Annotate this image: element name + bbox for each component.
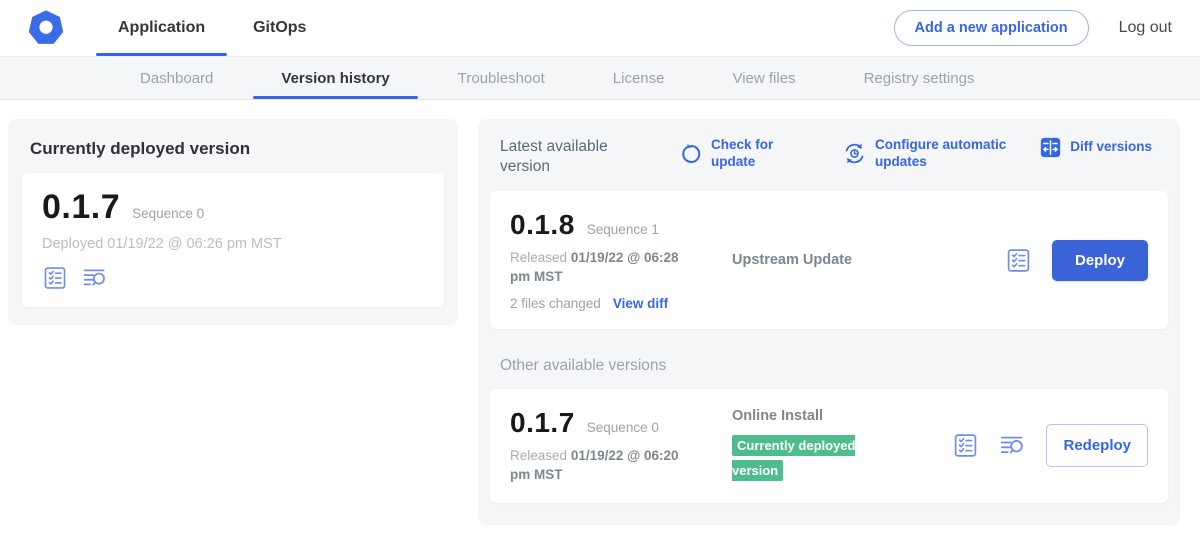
available-versions-panel: Latest available version Check for updat…: [478, 119, 1180, 525]
files-changed-label: 2 files changed: [510, 296, 601, 311]
tab-gitops-label: GitOps: [253, 19, 306, 37]
tab-application-label: Application: [118, 19, 205, 37]
latest-version-source: Upstream Update: [732, 252, 993, 268]
deployed-version-number: 0.1.7: [42, 188, 120, 227]
diff-versions-link[interactable]: Diff versions: [1040, 137, 1152, 158]
tab-application[interactable]: Application: [94, 0, 229, 56]
latest-version-number: 0.1.8: [510, 209, 575, 241]
main-content: Currently deployed version 0.1.7 Sequenc…: [0, 100, 1200, 525]
currently-deployed-panel: Currently deployed version 0.1.7 Sequenc…: [8, 119, 458, 325]
released-prefix: Released: [510, 250, 567, 265]
tab-gitops[interactable]: GitOps: [229, 0, 330, 56]
released-prefix: Released: [510, 448, 567, 463]
checklist-icon[interactable]: [1005, 247, 1032, 274]
add-application-button[interactable]: Add a new application: [894, 10, 1089, 46]
refresh-icon: [680, 143, 702, 165]
deployed-sequence-label: Sequence 0: [132, 206, 204, 221]
configure-automatic-updates-link[interactable]: Configure automatic updates: [843, 137, 1027, 171]
check-for-update-link[interactable]: Check for update: [680, 137, 781, 171]
subnav-troubleshoot[interactable]: Troubleshoot: [424, 57, 579, 99]
currently-deployed-title: Currently deployed version: [30, 139, 444, 159]
kots-logo-icon: [28, 10, 64, 46]
diff-versions-label: Diff versions: [1070, 139, 1152, 156]
header-right: Add a new application Log out: [894, 0, 1172, 56]
app-subnav: Dashboard Version history Troubleshoot L…: [0, 57, 1200, 100]
header-tabs: Application GitOps: [94, 0, 330, 56]
checklist-icon[interactable]: [952, 432, 979, 459]
subnav-version-history[interactable]: Version history: [247, 57, 423, 99]
redeploy-button[interactable]: Redeploy: [1046, 424, 1148, 467]
other-version-source: Online Install: [732, 408, 940, 424]
view-logs-icon[interactable]: [999, 432, 1026, 459]
latest-available-title: Latest available version: [500, 137, 632, 177]
view-logs-icon[interactable]: [82, 265, 108, 291]
subnav-registry-settings[interactable]: Registry settings: [830, 57, 1009, 99]
currently-deployed-badge: Currently deployed version: [732, 435, 855, 482]
app-header: Application GitOps Add a new application…: [0, 0, 1200, 57]
deploy-button[interactable]: Deploy: [1052, 240, 1148, 281]
subnav-license[interactable]: License: [579, 57, 699, 99]
latest-sequence-label: Sequence 1: [587, 222, 659, 237]
available-header: Latest available version Check for updat…: [490, 135, 1168, 177]
other-sequence-label: Sequence 0: [587, 420, 659, 435]
other-version-card: 0.1.7 Sequence 0 Released 01/19/22 @ 06:…: [490, 389, 1168, 503]
check-for-update-label: Check for update: [711, 137, 781, 171]
kots-logo: [28, 0, 64, 56]
latest-released-timestamp: Released 01/19/22 @ 06:28 pm MST: [510, 249, 702, 287]
deployed-timestamp: Deployed 01/19/22 @ 06:26 pm MST: [42, 236, 424, 252]
other-released-timestamp: Released 01/19/22 @ 06:20 pm MST: [510, 447, 702, 485]
view-diff-link[interactable]: View diff: [613, 296, 668, 311]
latest-version-card: 0.1.8 Sequence 1 Released 01/19/22 @ 06:…: [490, 191, 1168, 329]
other-version-number: 0.1.7: [510, 407, 575, 439]
subnav-dashboard[interactable]: Dashboard: [106, 57, 247, 99]
deployed-version-card: 0.1.7 Sequence 0 Deployed 01/19/22 @ 06:…: [22, 173, 444, 307]
other-available-versions-title: Other available versions: [500, 357, 1158, 375]
subnav-view-files[interactable]: View files: [698, 57, 829, 99]
schedule-update-icon: [843, 142, 866, 165]
checklist-icon[interactable]: [42, 265, 68, 291]
configure-automatic-updates-label: Configure automatic updates: [875, 137, 1027, 171]
diff-versions-icon: [1040, 137, 1061, 158]
logout-link[interactable]: Log out: [1119, 19, 1172, 37]
